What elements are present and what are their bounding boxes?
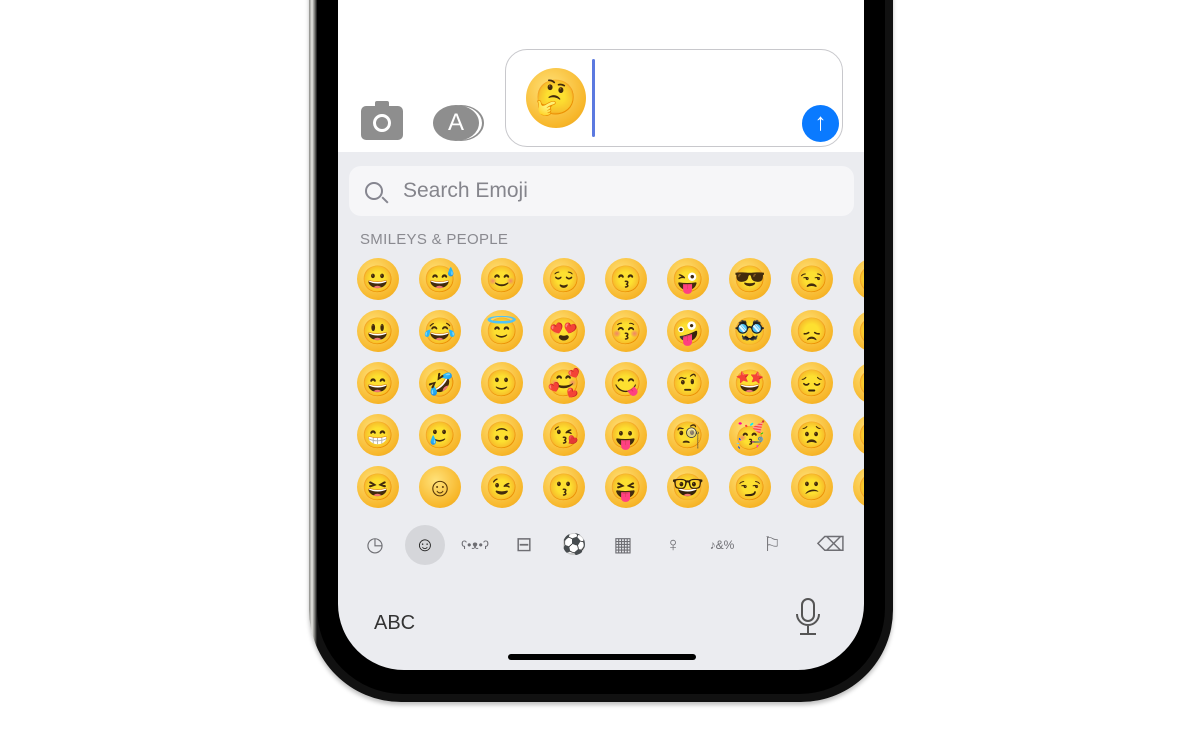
abc-button[interactable]: ABC	[374, 612, 415, 635]
emoji-key[interactable]: 😉	[481, 466, 523, 508]
search-emoji-field[interactable]: Search Emoji	[349, 166, 854, 216]
category-activity-icon[interactable]: ⚽	[554, 525, 594, 565]
category-animals-icon[interactable]: ʕ•ᴥ•ʔ	[455, 525, 495, 565]
emoji-key[interactable]: 🥰	[543, 362, 585, 404]
search-icon	[365, 182, 383, 200]
category-flags-icon[interactable]: ⚐	[752, 525, 792, 565]
arrow-up-icon: ↑	[814, 109, 827, 136]
emoji-key[interactable]: 😘	[543, 414, 585, 456]
emoji-key[interactable]: 😇	[481, 310, 523, 352]
category-delete-icon[interactable]: ⌫	[811, 525, 851, 565]
search-placeholder: Search Emoji	[403, 179, 528, 202]
thinking-face-emoji: 🤔	[526, 68, 586, 128]
emoji-grid: 😀 😅 😊 😌 😙 😜 😎 😒 😛 😃 😂 😇 😍 😚 🤪 🥸 😞 😛 😄 🤣 🙂 🥰 😋 🤨 🤩 😔 😛 😁 🥲 🙃 😘 😛 🧐 🥳 😟 😛 😆 ☺ 😉 😗…	[357, 258, 864, 518]
category-smileys-icon[interactable]: ☺	[405, 525, 445, 565]
emoji-category-bar: ◷ ☺ ʕ•ᴥ•ʔ ⊟ ⚽ ▦ ♀ ♪&% ⚐ ⌫	[338, 525, 864, 569]
emoji-key[interactable]: 🥳	[729, 414, 771, 456]
app-store-icon[interactable]: A	[433, 105, 479, 141]
emoji-key[interactable]: 😍	[543, 310, 585, 352]
send-button[interactable]: ↑	[802, 105, 839, 142]
emoji-key[interactable]: ☺	[419, 466, 461, 508]
emoji-key[interactable]: 😎	[729, 258, 771, 300]
category-recent-icon[interactable]: ◷	[355, 525, 395, 565]
emoji-key[interactable]: 🤓	[667, 466, 709, 508]
emoji-key[interactable]: 😄	[357, 362, 399, 404]
emoji-key[interactable]: 😞	[791, 310, 833, 352]
emoji-key[interactable]: 😚	[605, 310, 647, 352]
emoji-key[interactable]: 😊	[481, 258, 523, 300]
emoji-key[interactable]: 😗	[543, 466, 585, 508]
emoji-key[interactable]: 🥸	[729, 310, 771, 352]
emoji-key[interactable]: 😋	[605, 362, 647, 404]
emoji-key[interactable]: 😛	[853, 258, 864, 300]
emoji-key[interactable]: 😜	[667, 258, 709, 300]
emoji-key[interactable]: 😙	[605, 258, 647, 300]
emoji-key[interactable]: 🤪	[667, 310, 709, 352]
emoji-key[interactable]: 😛	[853, 362, 864, 404]
emoji-key[interactable]: 😔	[791, 362, 833, 404]
emoji-key[interactable]: 🙂	[481, 362, 523, 404]
microphone-icon[interactable]	[793, 597, 823, 637]
emoji-key[interactable]: 😀	[357, 258, 399, 300]
emoji-key[interactable]: 😂	[419, 310, 461, 352]
emoji-key[interactable]: 😃	[357, 310, 399, 352]
emoji-key[interactable]: 😕	[791, 466, 833, 508]
emoji-key[interactable]: 😁	[357, 414, 399, 456]
emoji-key[interactable]: 😆	[357, 466, 399, 508]
emoji-key[interactable]: 😒	[791, 258, 833, 300]
emoji-key[interactable]: 🧐	[667, 414, 709, 456]
category-travel-icon[interactable]: ▦	[603, 525, 643, 565]
camera-icon[interactable]	[361, 101, 403, 140]
emoji-key[interactable]: 😏	[729, 466, 771, 508]
section-label: SMILEYS & PEOPLE	[360, 231, 509, 248]
phone-screen: A 🤔 ↑ Search Emoji SMILEYS & PEOPLE 😀 😅 😊 😌…	[338, 0, 864, 670]
emoji-key[interactable]: 😛	[853, 466, 864, 508]
emoji-key[interactable]: 😛	[605, 414, 647, 456]
emoji-key[interactable]: 🥲	[419, 414, 461, 456]
category-objects-icon[interactable]: ♀	[653, 525, 693, 565]
emoji-key[interactable]: 🤣	[419, 362, 461, 404]
emoji-key[interactable]: 🙃	[481, 414, 523, 456]
emoji-key[interactable]: 😟	[791, 414, 833, 456]
emoji-key[interactable]: 😅	[419, 258, 461, 300]
emoji-key[interactable]: 🤨	[667, 362, 709, 404]
message-input[interactable]: 🤔 ↑	[505, 49, 843, 147]
emoji-key[interactable]: 😝	[605, 466, 647, 508]
home-indicator[interactable]	[508, 654, 696, 660]
category-food-icon[interactable]: ⊟	[504, 525, 544, 565]
message-compose-area: A 🤔 ↑	[338, 0, 864, 152]
emoji-key[interactable]: 🤩	[729, 362, 771, 404]
emoji-key[interactable]: 😛	[853, 310, 864, 352]
text-cursor	[592, 59, 595, 137]
category-symbols-icon[interactable]: ♪&%	[702, 525, 742, 565]
emoji-key[interactable]: 😛	[853, 414, 864, 456]
emoji-key[interactable]: 😌	[543, 258, 585, 300]
